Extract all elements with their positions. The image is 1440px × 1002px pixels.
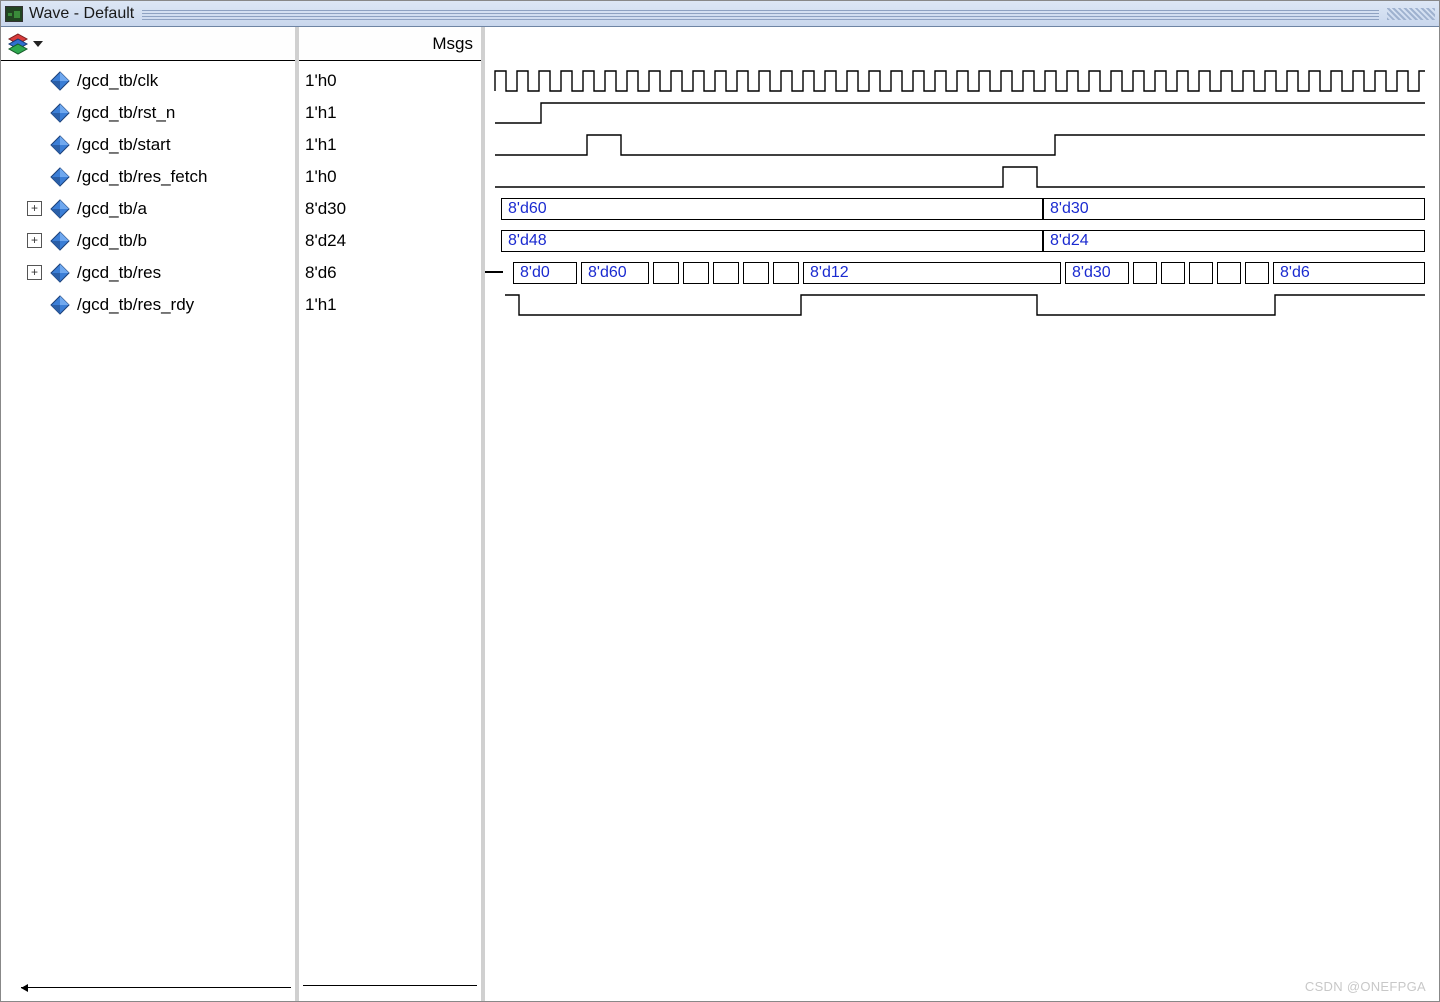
msg-value: 8'd30 [299, 193, 481, 225]
watermark: CSDN @ONEFPGA [1305, 979, 1426, 994]
msg-value: 8'd6 [299, 257, 481, 289]
waveform-trace [485, 65, 1439, 97]
bus-segment [1133, 262, 1157, 284]
msgs-pane: Msgs 1'h01'h11'h11'h08'd308'd248'd61'h1 [299, 27, 485, 1001]
bus-row: 8'd08'd60 8'd128'd30 8'd6 [485, 257, 1439, 289]
bus-segment: 8'd60 [501, 198, 1043, 220]
signal-row[interactable]: /gcd_tb/start [1, 129, 295, 161]
signal-name: /gcd_tb/a [77, 199, 147, 219]
titlebar-grip[interactable] [1387, 8, 1435, 20]
bus-segment: 8'd60 [581, 262, 649, 284]
signal-row[interactable]: + /gcd_tb/b [1, 225, 295, 257]
signal-diamond-icon [49, 70, 71, 92]
bus-segment [1189, 262, 1213, 284]
wave-window: Wave - Default /gcd_tb/clk/gcd_tb/rst_n/… [0, 0, 1440, 1002]
msg-value: 1'h1 [299, 97, 481, 129]
msg-value: 8'd24 [299, 225, 481, 257]
expand-icon[interactable]: + [27, 201, 42, 216]
titlebar-decoration [142, 8, 1379, 20]
bus-row: 8'd608'd30 [485, 193, 1439, 225]
signal-row[interactable]: + /gcd_tb/res [1, 257, 295, 289]
signal-name: /gcd_tb/res [77, 263, 161, 283]
signal-diamond-icon [49, 294, 71, 316]
bus-segment: 8'd6 [1273, 262, 1425, 284]
signal-name: /gcd_tb/res_rdy [77, 295, 194, 315]
window-title: Wave - Default [29, 5, 134, 23]
expand-icon[interactable]: + [27, 265, 42, 280]
signal-diamond-icon [49, 198, 71, 220]
bus-segment [773, 262, 799, 284]
msg-value: 1'h1 [299, 129, 481, 161]
titlebar[interactable]: Wave - Default [1, 1, 1439, 27]
msgs-list: 1'h01'h11'h11'h08'd308'd248'd61'h1 [299, 61, 481, 985]
waveform-trace [485, 289, 1439, 321]
scroll-left-icon[interactable] [21, 984, 28, 992]
signal-name: /gcd_tb/res_fetch [77, 167, 207, 187]
signal-row[interactable]: + /gcd_tb/a [1, 193, 295, 225]
msgs-pane-header: Msgs [299, 27, 481, 61]
waveform-header [485, 27, 1439, 61]
bus-segment [653, 262, 679, 284]
signal-name: /gcd_tb/clk [77, 71, 158, 91]
bus-segment: 8'd30 [1043, 198, 1425, 220]
bus-segment [743, 262, 769, 284]
waveform-trace [485, 129, 1439, 161]
signal-name: /gcd_tb/start [77, 135, 171, 155]
waveform-trace [485, 161, 1439, 193]
signal-list: /gcd_tb/clk/gcd_tb/rst_n/gcd_tb/start/gc… [1, 61, 295, 985]
bus-segment [1161, 262, 1185, 284]
signal-diamond-icon [49, 134, 71, 156]
chevron-down-icon[interactable] [33, 41, 43, 47]
signal-row[interactable]: /gcd_tb/res_fetch [1, 161, 295, 193]
msg-value: 1'h1 [299, 289, 481, 321]
wave-app-icon [5, 6, 23, 22]
signal-row[interactable]: /gcd_tb/res_rdy [1, 289, 295, 321]
msg-value: 1'h0 [299, 161, 481, 193]
bus-segment [1217, 262, 1241, 284]
signal-row[interactable]: /gcd_tb/clk [1, 65, 295, 97]
bus-segment: 8'd12 [803, 262, 1061, 284]
signal-diamond-icon [49, 262, 71, 284]
waveform-pane[interactable]: 8'd608'd308'd488'd248'd08'd608'd128'd308… [485, 27, 1439, 1001]
signal-diamond-icon [49, 230, 71, 252]
expand-icon[interactable]: + [27, 233, 42, 248]
signals-pane: /gcd_tb/clk/gcd_tb/rst_n/gcd_tb/start/gc… [1, 27, 299, 1001]
bus-row: 8'd488'd24 [485, 225, 1439, 257]
signal-name: /gcd_tb/rst_n [77, 103, 175, 123]
bus-idle-line [485, 271, 503, 273]
waveform-body[interactable]: 8'd608'd308'd488'd248'd08'd608'd128'd308… [485, 61, 1439, 1001]
bus-segment: 8'd48 [501, 230, 1043, 252]
msgs-header-label: Msgs [432, 34, 473, 54]
waveform-trace [485, 97, 1439, 129]
msg-value: 1'h0 [299, 65, 481, 97]
bus-segment: 8'd24 [1043, 230, 1425, 252]
signal-row[interactable]: /gcd_tb/rst_n [1, 97, 295, 129]
bus-segment: 8'd0 [513, 262, 577, 284]
bus-segment: 8'd30 [1065, 262, 1129, 284]
signals-footer[interactable] [1, 985, 295, 1001]
layers-icon[interactable] [7, 33, 29, 55]
body-area: /gcd_tb/clk/gcd_tb/rst_n/gcd_tb/start/gc… [1, 27, 1439, 1001]
bus-segment [683, 262, 709, 284]
msgs-footer [303, 985, 477, 1001]
signal-diamond-icon [49, 102, 71, 124]
signal-diamond-icon [49, 166, 71, 188]
bus-segment [713, 262, 739, 284]
signal-name: /gcd_tb/b [77, 231, 147, 251]
bus-segment [1245, 262, 1269, 284]
signals-pane-header[interactable] [1, 27, 295, 61]
